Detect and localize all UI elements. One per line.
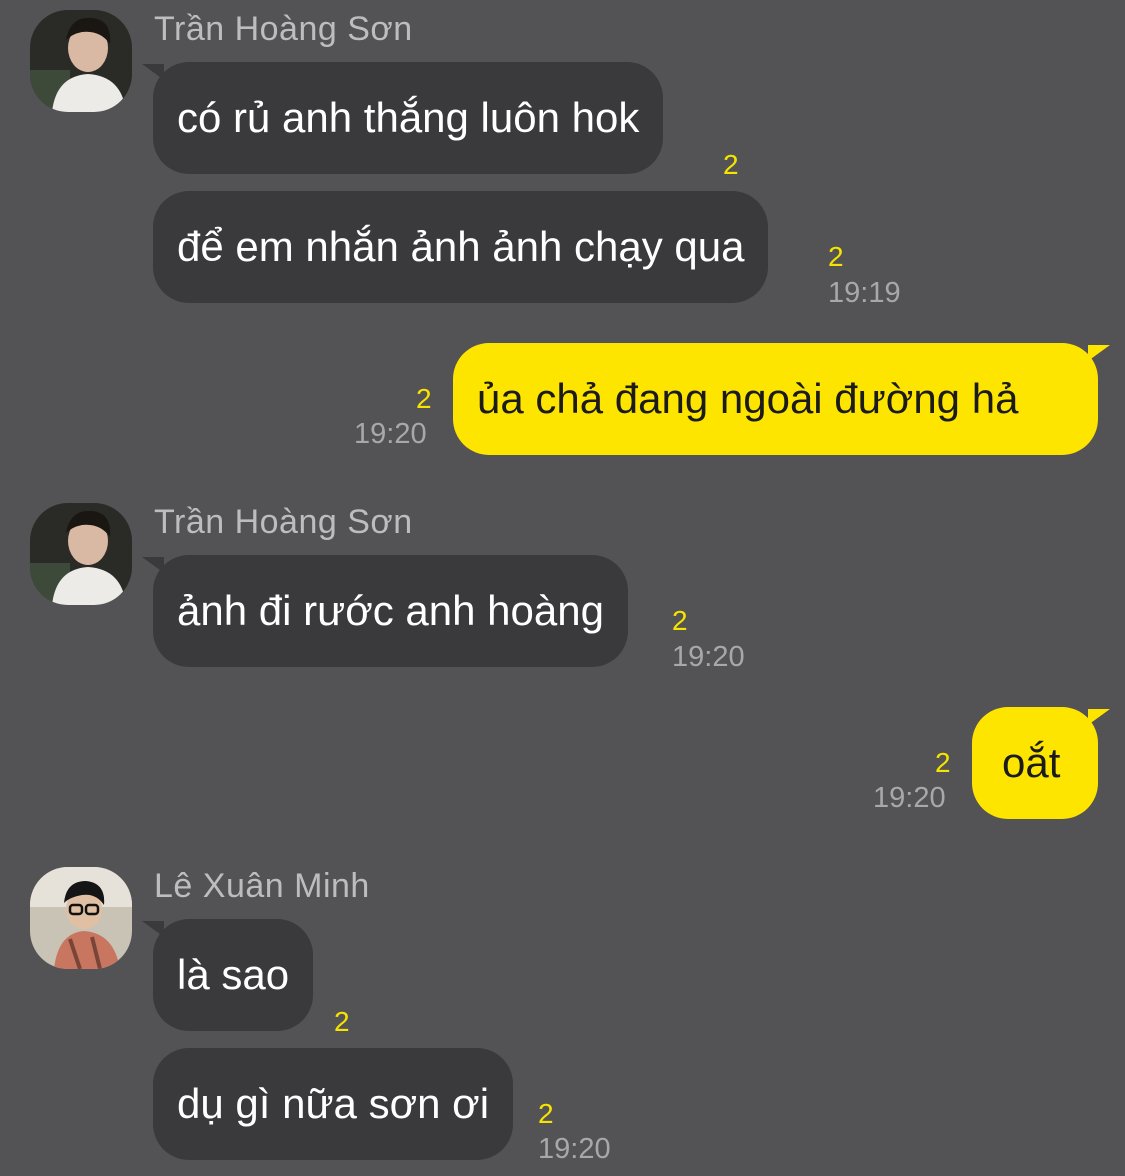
message-bubble[interactable]: dụ gì nữa sơn ơi bbox=[153, 1048, 514, 1160]
profile-photo-icon bbox=[30, 10, 132, 112]
message-bubble[interactable]: để em nhắn ảnh ảnh chạy qua bbox=[153, 191, 769, 303]
profile-photo-icon bbox=[30, 503, 132, 605]
message-bubble[interactable]: có rủ anh thắng luôn hok bbox=[153, 62, 664, 174]
avatar[interactable] bbox=[30, 503, 132, 605]
bubble-tail bbox=[1088, 345, 1110, 361]
message-time: 19:20 bbox=[538, 1133, 611, 1165]
unread-count: 2 bbox=[723, 149, 739, 180]
message-bubble[interactable]: là sao bbox=[153, 919, 314, 1031]
sender-name: Trần Hoàng Sơn bbox=[154, 503, 413, 541]
avatar[interactable] bbox=[30, 867, 132, 969]
unread-count: 2 bbox=[672, 605, 688, 636]
message-bubble[interactable]: oắt bbox=[972, 707, 1098, 819]
message-time: 19:20 bbox=[672, 641, 745, 673]
message-time: 19:20 bbox=[873, 782, 946, 814]
sender-name: Lê Xuân Minh bbox=[154, 867, 370, 905]
message-time: 19:20 bbox=[354, 418, 427, 450]
unread-count: 2 bbox=[538, 1098, 554, 1129]
sender-name: Trần Hoàng Sơn bbox=[154, 10, 413, 48]
message-time: 19:19 bbox=[828, 277, 901, 309]
unread-count: 2 bbox=[416, 383, 432, 414]
message-bubble[interactable]: ủa chả đang ngoài đường hả bbox=[453, 343, 1098, 455]
avatar[interactable] bbox=[30, 10, 132, 112]
unread-count: 2 bbox=[828, 241, 844, 272]
profile-photo-icon bbox=[30, 867, 132, 969]
bubble-tail bbox=[1088, 709, 1110, 725]
unread-count: 2 bbox=[334, 1006, 350, 1037]
chat-message-list[interactable]: Trần Hoàng Sơn có rủ anh thắng luôn hok … bbox=[0, 0, 1125, 1176]
message-bubble[interactable]: ảnh đi rước anh hoàng bbox=[153, 555, 628, 667]
unread-count: 2 bbox=[935, 747, 951, 778]
